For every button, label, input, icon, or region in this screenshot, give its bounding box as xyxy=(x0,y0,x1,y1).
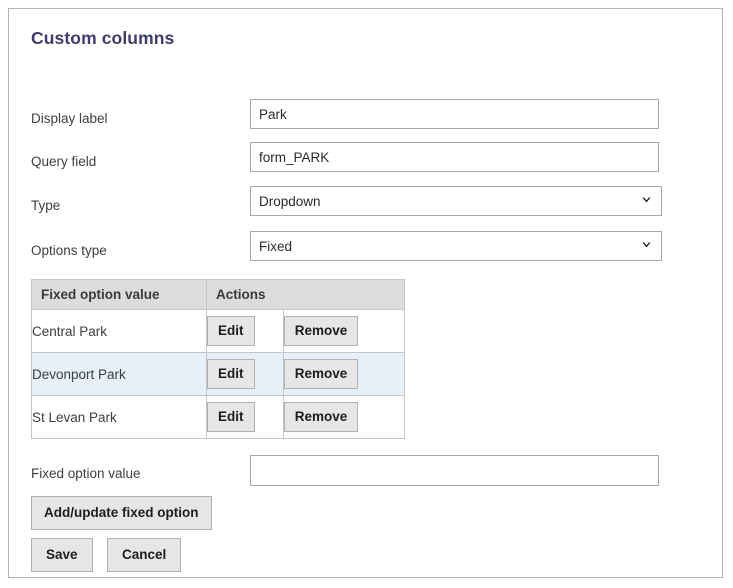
new-fixed-option-label: Fixed option value xyxy=(31,466,141,481)
table-row: Central Park Edit Remove xyxy=(31,309,406,353)
table-row: Devonport Park Edit Remove xyxy=(31,352,406,396)
display-label-input[interactable] xyxy=(250,99,659,129)
footer-actions: Save Cancel xyxy=(31,538,182,572)
query-field-label: Query field xyxy=(31,154,97,169)
options-type-select[interactable] xyxy=(250,231,662,261)
cancel-button[interactable]: Cancel xyxy=(106,538,182,572)
options-type-label: Options type xyxy=(31,243,107,258)
remove-cell: Remove xyxy=(282,352,406,396)
edit-cell: Edit xyxy=(206,395,284,439)
save-button[interactable]: Save xyxy=(31,538,93,572)
remove-cell: Remove xyxy=(282,309,406,353)
form-row-type: Type xyxy=(9,186,722,230)
custom-columns-panel: Custom columns Display label Query field… xyxy=(8,8,723,578)
edit-cell: Edit xyxy=(206,309,284,353)
edit-button[interactable]: Edit xyxy=(207,316,255,346)
option-value-cell: Central Park xyxy=(31,309,207,353)
remove-button[interactable]: Remove xyxy=(283,402,359,432)
display-label-label: Display label xyxy=(31,111,108,126)
type-label: Type xyxy=(31,198,61,213)
new-fixed-option-input[interactable] xyxy=(250,455,659,486)
edit-button[interactable]: Edit xyxy=(207,402,255,432)
fixed-options-table: Fixed option value Actions Central Park … xyxy=(31,279,406,439)
form-row-query-field: Query field xyxy=(9,142,722,186)
table-header-row: Fixed option value Actions xyxy=(31,279,405,310)
remove-button[interactable]: Remove xyxy=(283,316,359,346)
form-row-options-type: Options type xyxy=(9,231,722,275)
add-update-row: Add/update fixed option xyxy=(31,496,212,530)
column-header-actions: Actions xyxy=(206,279,405,310)
type-select[interactable] xyxy=(250,186,662,216)
form-row-new-fixed-option: Fixed option value xyxy=(9,455,722,487)
query-field-input[interactable] xyxy=(250,142,659,172)
column-header-fixed-option-value: Fixed option value xyxy=(31,279,207,310)
table-body: Central Park Edit Remove Devonport Park … xyxy=(31,309,406,439)
remove-cell: Remove xyxy=(282,395,406,439)
table-head: Fixed option value Actions xyxy=(31,279,405,310)
table-row: St Levan Park Edit Remove xyxy=(31,395,406,439)
edit-cell: Edit xyxy=(206,352,284,396)
type-select-wrap xyxy=(250,186,662,216)
options-type-select-wrap xyxy=(250,231,662,261)
option-value-cell: Devonport Park xyxy=(31,352,207,396)
edit-button[interactable]: Edit xyxy=(207,359,255,389)
remove-button[interactable]: Remove xyxy=(283,359,359,389)
add-update-fixed-option-button[interactable]: Add/update fixed option xyxy=(31,496,212,530)
form-row-display-label: Display label xyxy=(9,99,722,143)
page-title: Custom columns xyxy=(31,28,175,48)
option-value-cell: St Levan Park xyxy=(31,395,207,439)
